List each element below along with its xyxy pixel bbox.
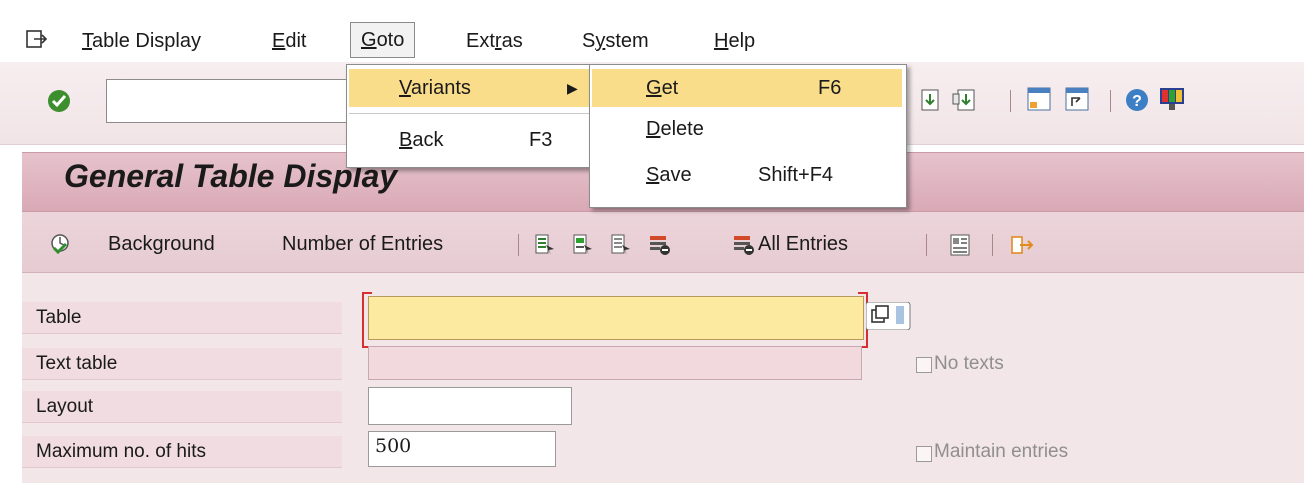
- help-icon[interactable]: ?: [1124, 87, 1150, 113]
- no-texts-checkbox[interactable]: [916, 357, 932, 373]
- layout-label: Layout: [22, 391, 342, 423]
- menu-goto[interactable]: Goto: [350, 22, 416, 58]
- text-table-input: [368, 346, 862, 380]
- save-variant-down-icon[interactable]: [918, 88, 942, 112]
- menu-item-save[interactable]: Save Shift+F4: [592, 161, 902, 197]
- submenu-arrow-icon: ▶: [567, 80, 578, 96]
- required-marker-left: [362, 292, 372, 348]
- value-help-icon[interactable]: [866, 302, 912, 330]
- menu-system[interactable]: System: [582, 24, 649, 58]
- menu-item-back[interactable]: Back F3: [349, 121, 589, 159]
- deselect-icon[interactable]: [610, 233, 632, 257]
- export-icon[interactable]: [1010, 233, 1036, 257]
- menu-item-variants[interactable]: Variants ▶: [349, 69, 589, 107]
- table-input[interactable]: [368, 296, 864, 340]
- select-all-icon[interactable]: [534, 233, 556, 257]
- generate-shortcut-icon[interactable]: [1064, 86, 1090, 112]
- customize-layout-icon[interactable]: [1158, 86, 1186, 112]
- max-hits-input[interactable]: 500: [368, 431, 556, 467]
- select-block-icon[interactable]: [572, 233, 594, 257]
- execute-background-icon[interactable]: [48, 232, 72, 256]
- max-hits-label: Maximum no. of hits: [22, 436, 342, 468]
- menu-bar: Table Display Edit Goto Extras System He…: [0, 0, 1304, 62]
- number-of-entries-button[interactable]: Number of Entries: [282, 233, 443, 256]
- menu-help[interactable]: Help: [714, 24, 755, 58]
- menu-table-display[interactable]: Table Display: [82, 24, 201, 58]
- all-entries-button[interactable]: All Entries: [758, 233, 848, 256]
- menu-item-get[interactable]: Get F6: [592, 69, 902, 107]
- maintain-entries-label: Maintain entries: [934, 441, 1069, 462]
- menu-item-delete[interactable]: Delete: [592, 117, 902, 153]
- table-label: Table: [22, 302, 342, 334]
- delete-entries-icon[interactable]: [648, 233, 672, 257]
- goto-menu: Variants ▶ Back F3: [346, 64, 594, 168]
- all-entries-icon[interactable]: [732, 233, 756, 257]
- no-texts-label: No texts: [934, 353, 1004, 374]
- maintain-entries-checkbox[interactable]: [916, 446, 932, 462]
- table-contents-icon[interactable]: [948, 233, 972, 257]
- svg-text:?: ?: [1132, 93, 1142, 110]
- background-button[interactable]: Background: [108, 233, 215, 256]
- menu-extras[interactable]: Extras: [466, 24, 523, 58]
- menu-separator: [349, 113, 589, 114]
- variants-submenu: Get F6 Delete Save Shift+F4: [589, 64, 907, 208]
- enter-check-icon[interactable]: [46, 88, 72, 114]
- menu-edit[interactable]: Edit: [272, 24, 306, 58]
- load-variant-icon[interactable]: [952, 88, 978, 112]
- exit-menu-icon[interactable]: [26, 30, 48, 50]
- command-field[interactable]: [106, 79, 356, 123]
- text-table-label: Text table: [22, 348, 342, 380]
- create-session-icon[interactable]: [1026, 86, 1052, 112]
- layout-input[interactable]: [368, 387, 572, 425]
